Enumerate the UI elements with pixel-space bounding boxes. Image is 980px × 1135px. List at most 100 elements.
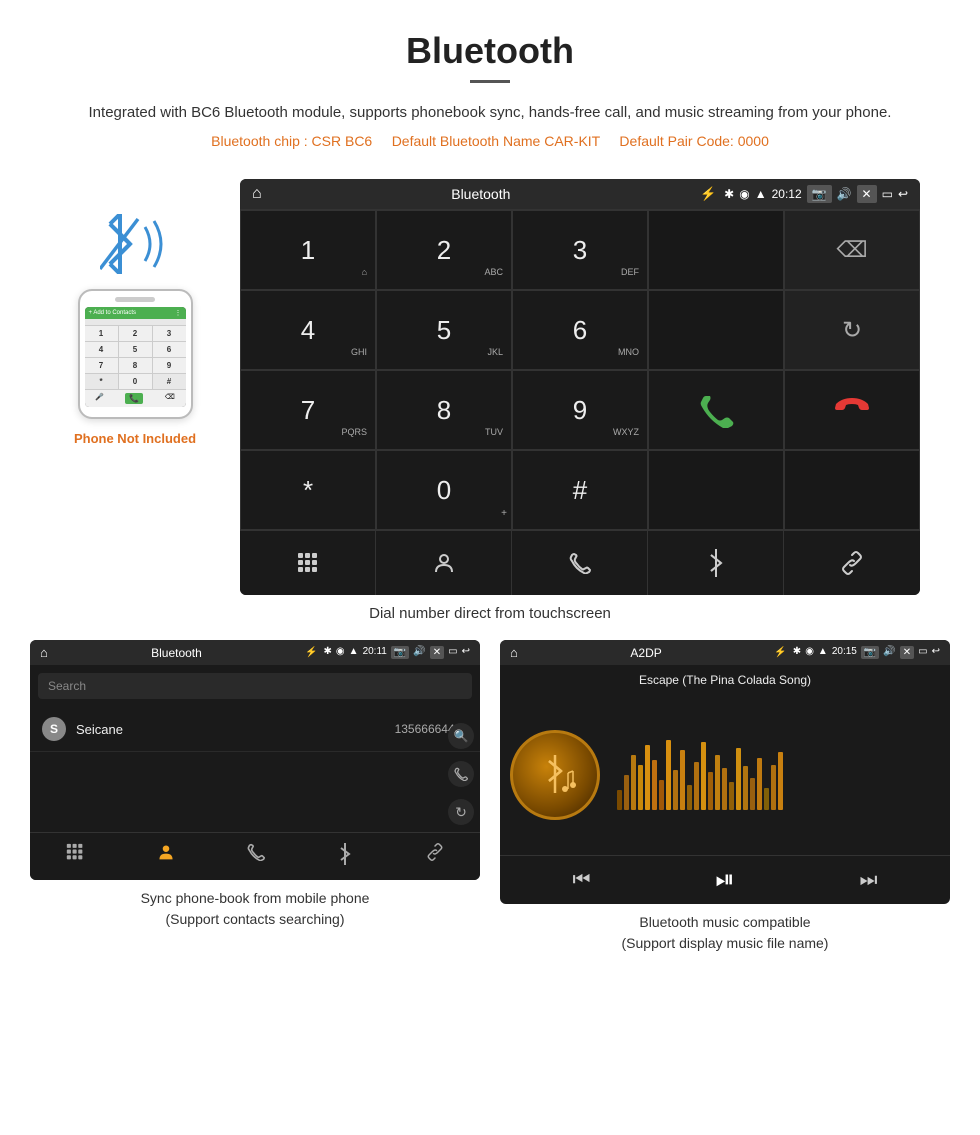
toolbar-dialpad-button[interactable] bbox=[240, 531, 376, 595]
dial-reload-button[interactable]: ↻ bbox=[784, 290, 920, 370]
dial-status-bar: ⌂ Bluetooth ⚡ ✱ ◉ ▲ 20:12 📷 🔊 ✕ ▭ ↩ bbox=[240, 179, 920, 209]
dial-screen: ⌂ Bluetooth ⚡ ✱ ◉ ▲ 20:12 📷 🔊 ✕ ▭ ↩ 1 ⌂ bbox=[240, 179, 920, 595]
dial-backspace-button[interactable]: ⌫ bbox=[784, 210, 920, 290]
phone-key-5[interactable]: 5 bbox=[119, 342, 152, 357]
phonebook-screen: ⌂ Bluetooth ⚡ ✱ ◉ ▲ 20:11 📷 🔊 ✕ ▭ ↩ bbox=[30, 640, 480, 880]
contacts-icon bbox=[433, 552, 455, 574]
music-time: 20:15 bbox=[832, 646, 857, 659]
pb-tb-link[interactable] bbox=[426, 843, 444, 870]
eq-bar-11 bbox=[687, 785, 692, 810]
dial-home-icon[interactable]: ⌂ bbox=[252, 185, 262, 203]
phone-screen: + Add to Contacts ⋮ 1 2 3 4 5 6 7 8 9 * bbox=[85, 307, 186, 407]
pb-home-icon[interactable]: ⌂ bbox=[40, 645, 48, 660]
phone-key-4[interactable]: 4 bbox=[85, 342, 118, 357]
phone-icon-mic: 🎤 bbox=[95, 393, 104, 404]
key-3-num: 3 bbox=[573, 235, 587, 266]
eq-bar-20 bbox=[750, 778, 755, 810]
key-4-sub: GHI bbox=[351, 347, 367, 357]
phone-call-button[interactable]: 📞 bbox=[125, 393, 143, 404]
music-screen: ⌂ A2DP ⚡ ✱ ◉ ▲ 20:15 📷 🔊 ✕ ▭ ↩ Escape (T… bbox=[500, 640, 950, 904]
dial-key-2[interactable]: 2 ABC bbox=[376, 210, 512, 290]
call-log-icon bbox=[569, 552, 591, 574]
toolbar-bt-icon bbox=[705, 549, 727, 577]
dial-key-5[interactable]: 5 JKL bbox=[376, 290, 512, 370]
phone-key-7[interactable]: 7 bbox=[85, 358, 118, 373]
main-section: + Add to Contacts ⋮ 1 2 3 4 5 6 7 8 9 * bbox=[0, 169, 980, 595]
phone-key-1[interactable]: 1 bbox=[85, 326, 118, 341]
phone-key-9[interactable]: 9 bbox=[153, 358, 186, 373]
toolbar-link-button[interactable] bbox=[784, 531, 920, 595]
page-header: Bluetooth Integrated with BC6 Bluetooth … bbox=[0, 0, 980, 169]
pb-tb-call-log[interactable] bbox=[247, 843, 265, 870]
pb-tb-person-icon bbox=[157, 843, 175, 861]
eq-bar-6 bbox=[652, 760, 657, 810]
link-icon bbox=[840, 551, 864, 575]
dial-key-hash[interactable]: # bbox=[512, 450, 648, 530]
dial-key-3[interactable]: 3 DEF bbox=[512, 210, 648, 290]
dial-screen-title: Bluetooth bbox=[270, 186, 692, 202]
bt-strike-icon bbox=[100, 214, 140, 274]
pb-caption: Sync phone-book from mobile phone (Suppo… bbox=[141, 888, 370, 930]
phone-key-2[interactable]: 2 bbox=[119, 326, 152, 341]
eq-bar-23 bbox=[771, 765, 776, 810]
dial-key-9[interactable]: 9 WXYZ bbox=[512, 370, 648, 450]
pb-reload-side-icon[interactable]: ↻ bbox=[448, 799, 474, 825]
toolbar-call-log-button[interactable] bbox=[512, 531, 648, 595]
dial-hangup-button[interactable] bbox=[784, 370, 920, 450]
key-1-num: 1 bbox=[301, 235, 315, 266]
phone-key-6[interactable]: 6 bbox=[153, 342, 186, 357]
backspace-icon: ⌫ bbox=[836, 237, 867, 263]
eq-bar-16 bbox=[722, 768, 727, 810]
pb-tb-bluetooth[interactable] bbox=[337, 843, 353, 870]
dial-key-8[interactable]: 8 TUV bbox=[376, 370, 512, 450]
key-5-num: 5 bbox=[437, 315, 451, 346]
phone-key-0[interactable]: 0 bbox=[119, 374, 152, 389]
pb-screen-title: Bluetooth bbox=[54, 646, 299, 660]
key-4-num: 4 bbox=[301, 315, 315, 346]
header-specs: Bluetooth chip : CSR BC6 Default Bluetoo… bbox=[60, 133, 920, 149]
pb-tb-contacts-active[interactable] bbox=[157, 843, 175, 870]
phone-key-8[interactable]: 8 bbox=[119, 358, 152, 373]
dial-call-button[interactable] bbox=[648, 370, 784, 450]
music-bt-icon: ✱ bbox=[793, 646, 801, 659]
music-prev-button[interactable]: ⏮ bbox=[572, 869, 590, 892]
pb-toolbar bbox=[30, 832, 480, 880]
eq-bar-17 bbox=[729, 782, 734, 810]
pb-contact-letter-text: S bbox=[50, 722, 58, 736]
music-caption-line1: Bluetooth music compatible bbox=[639, 914, 810, 930]
pb-call-side-icon[interactable] bbox=[448, 761, 474, 787]
music-next-button[interactable]: ⏭ bbox=[860, 869, 878, 892]
dial-empty-2 bbox=[648, 290, 784, 370]
phone-key-star[interactable]: * bbox=[85, 374, 118, 389]
spec-pair: Default Pair Code: 0000 bbox=[619, 133, 768, 149]
pb-tb-dialpad[interactable] bbox=[66, 843, 84, 870]
phone-key-hash[interactable]: # bbox=[153, 374, 186, 389]
toolbar-bluetooth-button[interactable] bbox=[648, 531, 784, 595]
title-divider bbox=[470, 80, 510, 83]
dial-key-6[interactable]: 6 MNO bbox=[512, 290, 648, 370]
pb-usb-icon: ⚡ bbox=[305, 647, 317, 658]
dial-key-7[interactable]: 7 PQRS bbox=[240, 370, 376, 450]
music-home-icon[interactable]: ⌂ bbox=[510, 645, 518, 660]
dial-key-4[interactable]: 4 GHI bbox=[240, 290, 376, 370]
camera-status-icon: 📷 bbox=[807, 185, 832, 203]
music-status-icons: ✱ ◉ ▲ 20:15 📷 🔊 ✕ ▭ ↩ bbox=[793, 646, 940, 659]
music-sig-icon: ▲ bbox=[818, 646, 828, 659]
toolbar-contacts-button[interactable] bbox=[376, 531, 512, 595]
music-caption: Bluetooth music compatible (Support disp… bbox=[622, 912, 829, 954]
dial-key-0[interactable]: 0 + bbox=[376, 450, 512, 530]
dial-key-star[interactable]: * bbox=[240, 450, 376, 530]
key-hash-num: # bbox=[573, 475, 587, 506]
phone-dialer-grid: 1 2 3 4 5 6 7 8 9 * 0 # bbox=[85, 325, 186, 389]
music-play-pause-button[interactable]: ⏯ bbox=[715, 866, 734, 894]
phone-key-3[interactable]: 3 bbox=[153, 326, 186, 341]
pb-search-placeholder: Search bbox=[48, 679, 86, 693]
bt-status-icon: ✱ bbox=[724, 187, 734, 201]
pb-search-icon[interactable]: 🔍 bbox=[448, 723, 474, 749]
dial-key-1[interactable]: 1 ⌂ bbox=[240, 210, 376, 290]
header-description: Integrated with BC6 Bluetooth module, su… bbox=[60, 101, 920, 125]
dial-display-area bbox=[648, 210, 784, 290]
pb-loc-icon: ◉ bbox=[336, 646, 345, 659]
pb-contact-avatar: S bbox=[42, 717, 66, 741]
spec-chip: Bluetooth chip : CSR BC6 bbox=[211, 133, 372, 149]
